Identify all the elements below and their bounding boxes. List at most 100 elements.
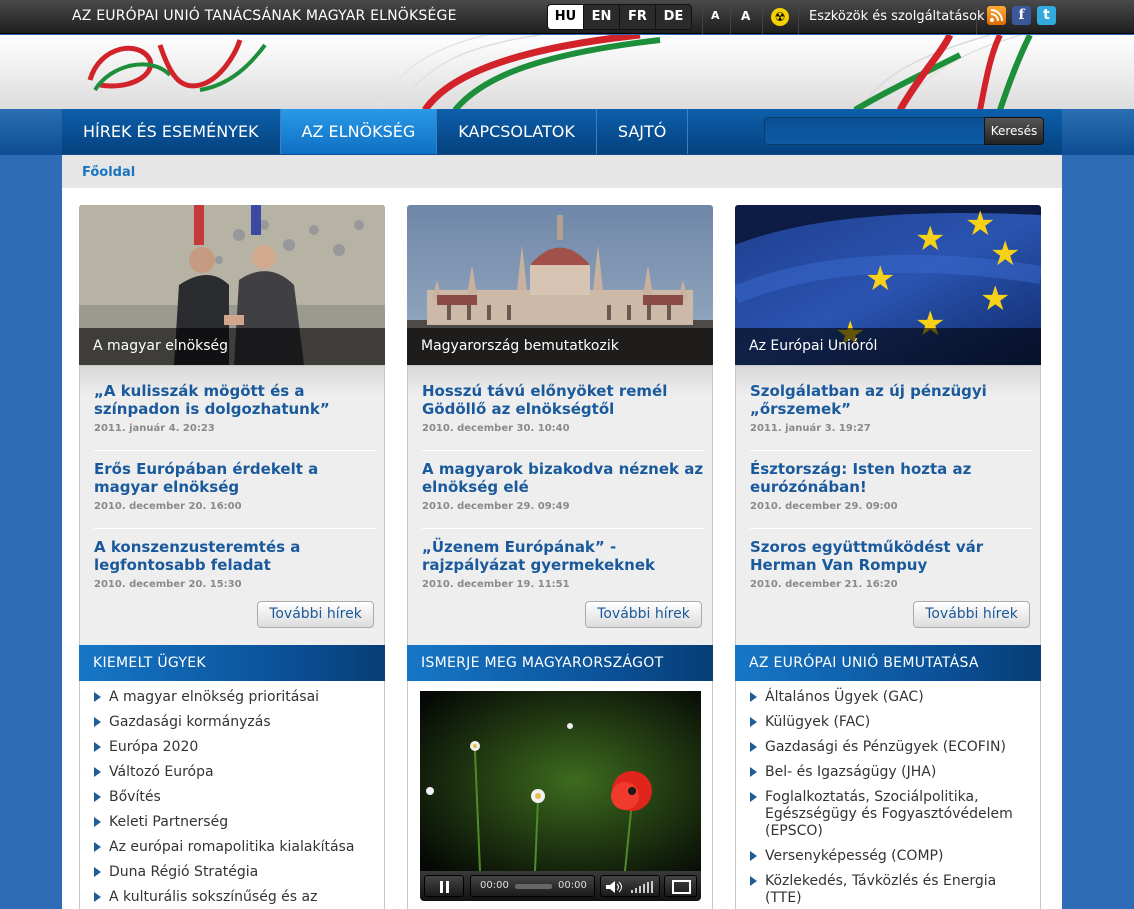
list-item[interactable]: Bővítés <box>94 789 376 806</box>
divider <box>976 0 977 34</box>
news-date: 2010. december 19. 11:51 <box>422 579 570 590</box>
photo-eu-flag[interactable]: ★★★ ★★★ ★ Az Európai Unióról <box>735 205 1041 365</box>
more-news-button[interactable]: További hírek <box>585 601 702 628</box>
list-item-label[interactable]: Európa 2020 <box>109 739 198 755</box>
news-item: „Üzenem Európának” - rajzpályázat gyerme… <box>422 538 704 590</box>
volume-icon <box>606 881 653 893</box>
eu-logo[interactable] <box>0 35 1134 110</box>
list-item[interactable]: Általános Ügyek (GAC) <box>750 689 1032 706</box>
lang-fr[interactable]: FR <box>620 5 656 29</box>
font-size-small-button[interactable]: A <box>711 9 720 22</box>
list-item-label[interactable]: A magyar elnökség prioritásai <box>109 689 319 705</box>
time-current: 00:00 <box>480 880 509 891</box>
photo-caption[interactable]: Az Európai Unióról <box>735 328 1041 365</box>
news-title[interactable]: A konszenzusteremtés a legfontosabb fela… <box>94 538 376 574</box>
list-item-label[interactable]: Versenyképesség (COMP) <box>765 848 943 864</box>
list-item[interactable]: Keleti Partnerség <box>94 814 376 831</box>
more-news-button[interactable]: További hírek <box>913 601 1030 628</box>
more-news-button[interactable]: További hírek <box>257 601 374 628</box>
news-title[interactable]: Észtország: Isten hozta az eurózónában! <box>750 460 1032 496</box>
facebook-icon[interactable]: f <box>1012 6 1031 25</box>
list-item-label[interactable]: Keleti Partnerség <box>109 814 228 830</box>
list-item-label[interactable]: Gazdasági kormányzás <box>109 714 271 730</box>
photo-parliament[interactable]: Magyarország bemutatkozik <box>407 205 713 365</box>
lang-de[interactable]: DE <box>656 5 691 29</box>
list-item[interactable]: Külügyek (FAC) <box>750 714 1032 731</box>
list-item-label[interactable]: Változó Európa <box>109 764 214 780</box>
arrow-right-icon <box>94 842 101 852</box>
arrow-right-icon <box>94 767 101 777</box>
search-input[interactable] <box>764 117 985 145</box>
photo-caption[interactable]: Magyarország bemutatkozik <box>407 328 713 365</box>
list-item[interactable]: Gazdasági és Pénzügyek (ECOFIN) <box>750 739 1032 756</box>
list-item[interactable]: Foglalkoztatás, Szociálpolitika, Egészsé… <box>750 789 1032 840</box>
list-item[interactable]: Változó Európa <box>94 764 376 781</box>
list-item-label[interactable]: Bővítés <box>109 789 161 805</box>
list-item[interactable]: Gazdasági kormányzás <box>94 714 376 731</box>
list-item-label[interactable]: Általános Ügyek (GAC) <box>765 689 924 705</box>
arrow-right-icon <box>94 742 101 752</box>
twitter-icon[interactable]: t <box>1037 6 1056 25</box>
list-item[interactable]: Közlekedés, Távközlés és Energia (TTE) <box>750 873 1032 907</box>
list-item[interactable]: Európa 2020 <box>94 739 376 756</box>
nav-news-events[interactable]: HÍREK ÉS ESEMÉNYEK <box>62 109 281 154</box>
divider <box>94 528 376 529</box>
progress-bar[interactable] <box>515 884 552 889</box>
divider <box>730 0 731 34</box>
tools-services-link[interactable]: Eszközök és szolgáltatások <box>809 9 985 24</box>
list-item-label[interactable]: Az európai romapolitika kialakítása <box>109 839 354 855</box>
pause-button[interactable] <box>424 875 464 897</box>
news-title[interactable]: Erős Európában érdekelt a magyar elnöksé… <box>94 460 376 496</box>
list-item[interactable]: Az európai romapolitika kialakítása <box>94 839 376 856</box>
news-item: A konszenzusteremtés a legfontosabb fela… <box>94 538 376 590</box>
search-button[interactable]: Keresés <box>984 117 1044 145</box>
list-item-label[interactable]: Duna Régió Stratégia <box>109 864 258 880</box>
fullscreen-icon <box>672 880 691 894</box>
news-title[interactable]: „A kulisszák mögött és a színpadon is do… <box>94 382 376 418</box>
time-total: 00:00 <box>558 880 587 891</box>
photo-presidency[interactable]: A magyar elnökség <box>79 205 385 365</box>
list-item[interactable]: Versenyképesség (COMP) <box>750 848 1032 865</box>
divider <box>702 0 703 34</box>
arrow-right-icon <box>750 717 757 727</box>
contrast-icon[interactable]: ☢ <box>771 8 789 26</box>
list-item[interactable]: A kulturális sokszínűség és az <box>94 889 376 906</box>
photo-caption[interactable]: A magyar elnökség <box>79 328 385 365</box>
list-item-label[interactable]: Foglalkoztatás, Szociálpolitika, Egészsé… <box>765 789 1013 839</box>
news-title[interactable]: „Üzenem Európának” - rajzpályázat gyerme… <box>422 538 704 574</box>
arrow-right-icon <box>750 692 757 702</box>
list-item-label[interactable]: Közlekedés, Távközlés és Energia (TTE) <box>765 873 996 906</box>
arrow-right-icon <box>750 851 757 861</box>
fullscreen-button[interactable] <box>664 875 697 897</box>
list-item[interactable]: Bel- és Igazságügy (JHA) <box>750 764 1032 781</box>
news-item: Észtország: Isten hozta az eurózónában! … <box>750 460 1032 512</box>
nav-contacts[interactable]: KAPCSOLATOK <box>437 109 597 154</box>
divider <box>798 0 799 34</box>
list-item-label[interactable]: Külügyek (FAC) <box>765 714 870 730</box>
section-header: ISMERJE MEG MAGYARORSZÁGOT <box>407 645 713 681</box>
nav-presidency[interactable]: AZ ELNÖKSÉG <box>280 109 438 154</box>
list-item-label[interactable]: A kulturális sokszínűség és az <box>109 889 317 905</box>
nav-press[interactable]: SAJTÓ <box>597 109 689 154</box>
list-item[interactable]: Duna Régió Stratégia <box>94 864 376 881</box>
news-title[interactable]: A magyarok bizakodva néznek az elnökség … <box>422 460 704 496</box>
lang-hu[interactable]: HU <box>548 5 584 29</box>
news-date: 2011. január 3. 19:27 <box>750 423 871 434</box>
arrow-right-icon <box>94 792 101 802</box>
header-banner <box>0 35 1134 110</box>
news-title[interactable]: Hosszú távú előnyöket remél Gödöllő az e… <box>422 382 704 418</box>
news-item: Erős Európában érdekelt a magyar elnöksé… <box>94 460 376 512</box>
list-item[interactable]: A magyar elnökség prioritásai <box>94 689 376 706</box>
news-title[interactable]: Szolgálatban az új pénzügyi „őrszemek” <box>750 382 1032 418</box>
breadcrumb-home[interactable]: Főoldal <box>82 165 135 180</box>
link-list: Általános Ügyek (GAC) Külügyek (FAC) Gaz… <box>750 689 1032 909</box>
list-item-label[interactable]: Gazdasági és Pénzügyek (ECOFIN) <box>765 739 1006 755</box>
video-player[interactable] <box>420 691 701 871</box>
lang-en[interactable]: EN <box>584 5 620 29</box>
news-title[interactable]: Szoros együttműködést vár Herman Van Rom… <box>750 538 1032 574</box>
site-title[interactable]: AZ EURÓPAI UNIÓ TANÁCSÁNAK MAGYAR ELNÖKS… <box>72 8 457 24</box>
font-size-large-button[interactable]: A <box>741 9 750 23</box>
volume-control[interactable] <box>600 875 660 897</box>
list-item-label[interactable]: Bel- és Igazságügy (JHA) <box>765 764 936 780</box>
rss-icon[interactable] <box>987 6 1006 25</box>
